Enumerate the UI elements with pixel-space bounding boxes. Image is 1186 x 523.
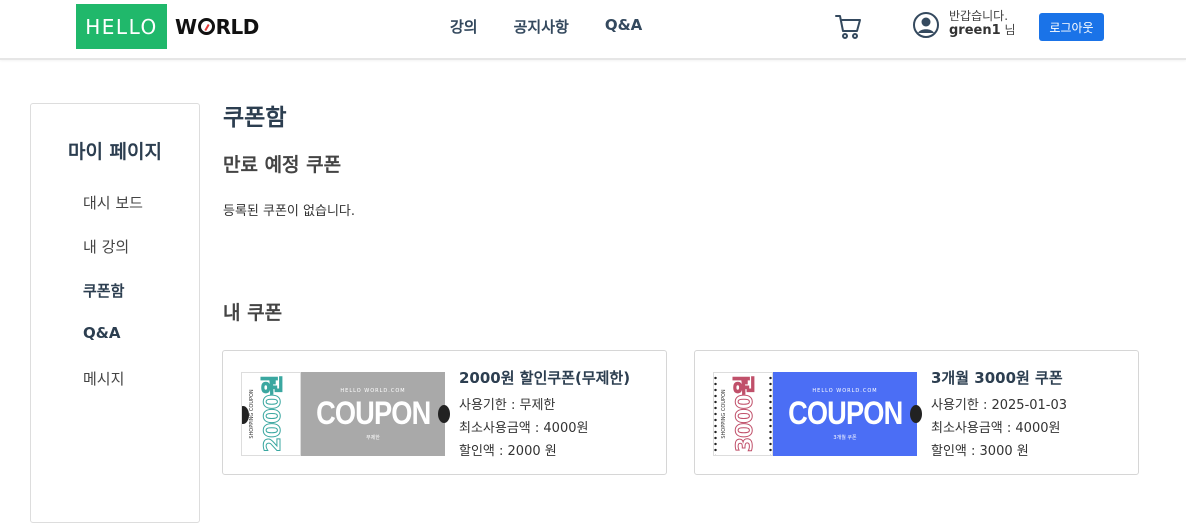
greeting-text: 반갑습니다. xyxy=(949,9,1009,23)
nav-notices[interactable]: 공지사항 xyxy=(514,16,569,37)
coupon-ticket-image: SHOPPING COUPON 3000원 HELLO WORLD.COM CO… xyxy=(713,372,922,456)
ticket-stub-amount: 2000원 xyxy=(261,375,287,453)
ticket-site: HELLO WORLD.COM xyxy=(340,387,406,394)
page-title: 쿠폰함 xyxy=(223,105,287,131)
sidebar-item-my-lectures[interactable]: 내 강의 xyxy=(83,236,143,280)
site-logo[interactable]: HELLO W RLD xyxy=(76,4,259,49)
coupon-expiry: 사용기한 : 무제한 xyxy=(459,398,556,413)
ticket-stub-amount: 3000원 xyxy=(733,375,759,453)
ticket-notch xyxy=(242,406,249,424)
ticket-coupon-word: COUPON xyxy=(315,394,431,431)
sidebar-item-qna[interactable]: Q&A xyxy=(83,324,143,368)
coupon-card[interactable]: SHOPPING COUPON 2000원 HELLO WORLD.COM CO… xyxy=(222,350,667,475)
sidebar-title: 마이 페이지 xyxy=(67,141,162,163)
main-nav: 강의 공지사항 Q&A xyxy=(450,16,642,37)
ticket-notch xyxy=(438,405,450,423)
coupon-discount: 할인액 : 3000 원 xyxy=(931,444,1029,459)
username-suffix: 님 xyxy=(1004,23,1016,37)
coupon-ticket-image: SHOPPING COUPON 2000원 HELLO WORLD.COM CO… xyxy=(241,372,450,456)
logo-clock-icon xyxy=(197,18,215,35)
coupon-min-amount: 최소사용금액 : 4000원 xyxy=(459,421,589,436)
coupon-info: 2000원 할인쿠폰(무제한) 사용기한 : 무제한 최소사용금액 : 4000… xyxy=(459,367,630,463)
coupon-info: 3개월 3000원 쿠폰 사용기한 : 2025-01-03 최소사용금액 : … xyxy=(931,367,1067,463)
logo-hello: HELLO xyxy=(76,4,167,49)
empty-message: 등록된 쿠폰이 없습니다. xyxy=(223,204,355,219)
sidebar-item-dashboard[interactable]: 대시 보드 xyxy=(83,192,143,236)
username: green1 xyxy=(949,23,1001,38)
sidebar-menu: 대시 보드 내 강의 쿠폰함 Q&A 메시지 xyxy=(83,192,143,412)
nav-lectures[interactable]: 강의 xyxy=(450,16,478,37)
top-header: HELLO W RLD 강의 공지사항 Q&A 반갑습니다. green1 님 로… xyxy=(0,0,1186,60)
ticket-perforation xyxy=(714,375,717,455)
logout-button[interactable]: 로그아웃 xyxy=(1039,13,1104,41)
ticket-site: HELLO WORLD.COM xyxy=(812,387,878,394)
nav-qna[interactable]: Q&A xyxy=(605,16,642,37)
coupon-card[interactable]: SHOPPING COUPON 3000원 HELLO WORLD.COM CO… xyxy=(694,350,1139,475)
coupon-expiry: 사용기한 : 2025-01-03 xyxy=(931,398,1068,413)
coupon-name: 3개월 3000원 쿠폰 xyxy=(931,369,1063,387)
ticket-stub: SHOPPING COUPON 2000원 xyxy=(241,372,301,456)
sidebar-item-messages[interactable]: 메시지 xyxy=(83,368,143,412)
my-coupons-heading: 내 쿠폰 xyxy=(223,302,283,324)
sidebar-item-coupons[interactable]: 쿠폰함 xyxy=(83,280,143,324)
expiring-coupons-heading: 만료 예정 쿠폰 xyxy=(223,154,342,176)
user-greeting: 반갑습니다. green1 님 xyxy=(949,9,1016,38)
mypage-sidebar: 마이 페이지 대시 보드 내 강의 쿠폰함 Q&A 메시지 xyxy=(30,103,200,523)
user-avatar-icon[interactable] xyxy=(912,11,940,39)
coupon-name: 2000원 할인쿠폰(무제한) xyxy=(459,369,631,387)
ticket-caption: 무제한 xyxy=(366,434,380,441)
ticket-coupon-word: COUPON xyxy=(787,394,903,431)
logo-world: W RLD xyxy=(175,14,259,39)
ticket-notch xyxy=(910,405,922,423)
cart-icon[interactable] xyxy=(834,12,862,40)
ticket-perforation xyxy=(769,375,772,455)
coupon-discount: 할인액 : 2000 원 xyxy=(459,444,557,459)
coupon-min-amount: 최소사용금액 : 4000원 xyxy=(931,421,1061,436)
ticket-body: HELLO WORLD.COM COUPON 3개월 쿠폰 xyxy=(773,372,922,456)
ticket-body: HELLO WORLD.COM COUPON 무제한 xyxy=(301,372,450,456)
ticket-caption: 3개월 쿠폰 xyxy=(833,434,857,441)
ticket-stub: SHOPPING COUPON 3000원 xyxy=(713,372,773,456)
